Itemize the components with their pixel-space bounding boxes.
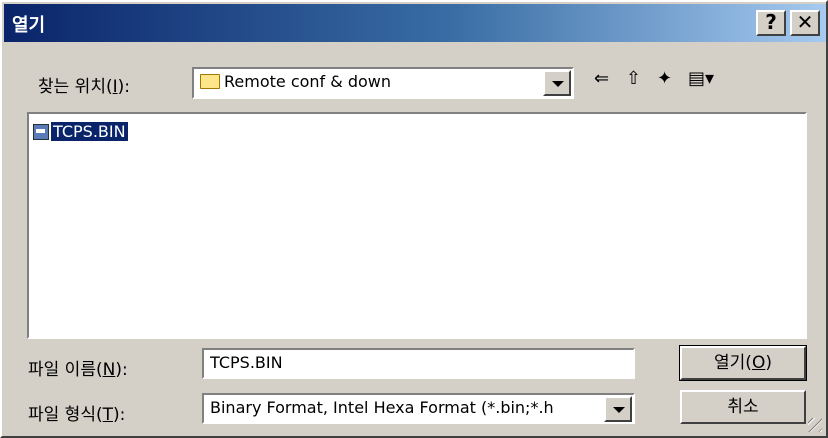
filetype-label: 파일 형식(T):: [28, 405, 126, 425]
title-bar[interactable]: 열기 ? ✕: [4, 4, 826, 42]
look-in-select[interactable]: Remote conf & down: [192, 67, 574, 99]
close-icon: ✕: [796, 10, 814, 34]
help-button[interactable]: ?: [756, 10, 786, 36]
look-in-value: Remote conf & down: [224, 72, 391, 91]
up-folder-icon[interactable]: ⇧: [626, 68, 641, 89]
file-name: TCPS.BIN: [50, 121, 129, 142]
file-icon: [33, 123, 49, 140]
window-title: 열기: [12, 15, 46, 36]
file-list[interactable]: TCPS.BIN: [27, 112, 807, 339]
new-folder-icon[interactable]: ✦: [657, 68, 672, 89]
resize-grip-icon[interactable]: [808, 418, 822, 432]
filetype-dropdown-button[interactable]: [604, 396, 632, 422]
folder-icon: [200, 74, 220, 89]
look-in-label: 찾는 위치(I):: [38, 77, 130, 97]
filename-label: 파일 이름(N):: [28, 360, 128, 380]
cancel-button[interactable]: 취소: [680, 390, 806, 424]
view-menu-icon[interactable]: ▤▾: [688, 68, 714, 89]
close-button[interactable]: ✕: [790, 10, 820, 36]
back-icon[interactable]: ⇐: [594, 68, 609, 89]
help-icon: ?: [765, 10, 777, 34]
open-button[interactable]: 열기(O): [679, 345, 807, 381]
list-item[interactable]: TCPS.BIN: [33, 121, 129, 142]
open-file-dialog: 열기 ? ✕ 찾는 위치(I): Remote conf & down ⇐ ⇧ …: [0, 0, 828, 438]
filename-input[interactable]: TCPS.BIN: [202, 348, 635, 379]
filetype-select[interactable]: Binary Format, Intel Hexa Format (*.bin;…: [202, 393, 635, 424]
look-in-dropdown-button[interactable]: [543, 70, 571, 96]
